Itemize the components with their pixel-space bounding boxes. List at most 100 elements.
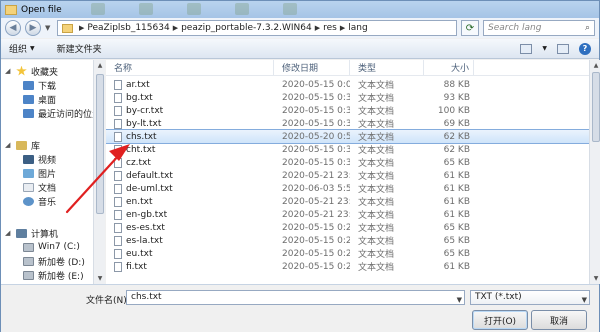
- collapse-icon[interactable]: ◢: [5, 141, 12, 149]
- sidebar-scrollbar[interactable]: ▲ ▼: [93, 60, 105, 284]
- back-button[interactable]: ◀: [5, 20, 21, 36]
- desktop-icon: [23, 94, 34, 104]
- table-row[interactable]: default.txt 2020-05-21 23:55 文本文档 61 KB: [106, 169, 589, 182]
- column-header-size[interactable]: 大小: [424, 60, 474, 75]
- table-row[interactable]: en.txt 2020-05-21 23:55 文本文档 61 KB: [106, 195, 589, 208]
- file-type: 文本文档: [358, 172, 395, 182]
- file-type: 文本文档: [358, 94, 395, 104]
- file-name: de-uml.txt: [126, 183, 173, 194]
- scroll-down-icon[interactable]: ▼: [590, 273, 600, 284]
- sidebar-item-documents[interactable]: 文档: [1, 180, 104, 194]
- collapse-icon[interactable]: ◢: [5, 229, 12, 237]
- address-bar[interactable]: ▶ PeaZiplsb_115634 ▶ peazip_portable-7.3…: [57, 20, 457, 36]
- scrollbar-thumb[interactable]: [592, 72, 600, 142]
- sidebar-item-videos[interactable]: 视频: [1, 152, 104, 166]
- chevron-down-icon[interactable]: ▼: [582, 294, 587, 307]
- scroll-up-icon[interactable]: ▲: [590, 60, 600, 71]
- file-name-cell: cz.txt: [106, 157, 274, 168]
- file-name: es-la.txt: [126, 235, 163, 246]
- scroll-down-icon[interactable]: ▼: [94, 273, 106, 284]
- file-size: 69 KB: [443, 118, 470, 129]
- sidebar-item-drive-c[interactable]: Win7 (C:): [1, 240, 104, 254]
- table-row-selected[interactable]: chs.txt 2020-05-20 0:50 文本文档 62 KB: [106, 129, 590, 144]
- cancel-button[interactable]: 取消: [531, 310, 587, 330]
- column-header-type[interactable]: 类型: [350, 60, 424, 75]
- file-type: 文本文档: [358, 133, 395, 143]
- title-bar: Open file: [1, 1, 599, 18]
- refresh-button[interactable]: ⟳: [461, 20, 479, 36]
- file-date: 2020-05-20 0:50: [282, 131, 350, 142]
- sidebar-item-desktop[interactable]: 桌面: [1, 92, 104, 106]
- file-type: 文本文档: [358, 146, 395, 156]
- file-list-scrollbar[interactable]: ▲ ▼: [589, 60, 600, 284]
- scrollbar-thumb[interactable]: [96, 74, 104, 214]
- open-button[interactable]: 打开(O): [472, 310, 528, 330]
- history-dropdown-icon[interactable]: ▼: [45, 24, 53, 32]
- sidebar-favorites[interactable]: ◢ 收藏夹: [1, 64, 104, 78]
- column-header-date[interactable]: 修改日期: [274, 60, 350, 75]
- search-icon: ⌕: [584, 23, 590, 33]
- file-type: 文本文档: [358, 159, 395, 169]
- sidebar-item-recent[interactable]: 最近访问的位置: [1, 106, 104, 120]
- file-size: 65 KB: [443, 248, 470, 259]
- table-row[interactable]: cht.txt 2020-05-15 0:30 文本文档 62 KB: [106, 143, 589, 156]
- forward-button[interactable]: ▶: [25, 20, 41, 36]
- chevron-right-icon[interactable]: ▶: [315, 24, 320, 32]
- table-row[interactable]: by-cr.txt 2020-05-15 0:30 文本文档 100 KB: [106, 104, 589, 117]
- recent-places-icon: [23, 108, 34, 118]
- file-date: 2020-05-15 0:29: [282, 261, 350, 272]
- sidebar-item-drive-e[interactable]: 新加卷 (E:): [1, 268, 104, 282]
- text-file-icon: [114, 144, 122, 155]
- text-file-icon: [114, 196, 122, 207]
- chevron-right-icon[interactable]: ▶: [340, 24, 345, 32]
- breadcrumb-item[interactable]: peazip_portable-7.3.2.WIN64: [181, 23, 312, 33]
- table-row[interactable]: en-gb.txt 2020-05-21 23:58 文本文档 61 KB: [106, 208, 589, 221]
- breadcrumb-item[interactable]: PeaZiplsb_115634: [87, 23, 169, 33]
- organize-button[interactable]: 组织 ▼: [9, 42, 35, 55]
- table-row[interactable]: es-la.txt 2020-05-15 0:29 文本文档 65 KB: [106, 234, 589, 247]
- filetype-select[interactable]: TXT (*.txt) ▼: [470, 290, 590, 305]
- filename-label: 文件名(N):: [86, 296, 130, 306]
- sidebar-libraries[interactable]: ◢ 库: [1, 138, 104, 152]
- background-icon: [139, 3, 153, 15]
- search-input[interactable]: Search lang ⌕: [483, 20, 595, 36]
- scroll-up-icon[interactable]: ▲: [94, 60, 106, 71]
- table-row[interactable]: ar.txt 2020-05-15 0:00 文本文档 88 KB: [106, 78, 589, 91]
- view-options-icon[interactable]: [520, 43, 533, 54]
- chevron-down-icon[interactable]: ▼: [457, 294, 462, 307]
- collapse-icon[interactable]: ◢: [5, 67, 12, 75]
- sidebar-item-downloads[interactable]: 下载: [1, 78, 104, 92]
- table-row[interactable]: by-lt.txt 2020-05-15 0:30 文本文档 69 KB: [106, 117, 589, 130]
- table-row[interactable]: de-uml.txt 2020-06-03 5:53 文本文档 61 KB: [106, 182, 589, 195]
- chevron-right-icon[interactable]: ▶: [79, 24, 84, 32]
- sidebar-computer[interactable]: ◢ 计算机: [1, 226, 104, 240]
- background-toolbar: [91, 3, 297, 15]
- favorites-group: ◢ 收藏夹 下载 桌面 最近访问的位置: [1, 60, 104, 120]
- table-row[interactable]: eu.txt 2020-05-15 0:29 文本文档 65 KB: [106, 247, 589, 260]
- sidebar-item-music[interactable]: 音乐: [1, 194, 104, 208]
- file-name-cell: en-gb.txt: [106, 209, 274, 220]
- table-row[interactable]: cz.txt 2020-05-15 0:30 文本文档 65 KB: [106, 156, 589, 169]
- chevron-right-icon[interactable]: ▶: [173, 24, 178, 32]
- help-icon[interactable]: ?: [579, 42, 591, 55]
- sidebar-item-label: 新加卷 (E:): [38, 271, 84, 282]
- new-folder-button[interactable]: 新建文件夹: [57, 42, 102, 55]
- preview-pane-icon[interactable]: [557, 43, 569, 54]
- table-row[interactable]: fi.txt 2020-05-15 0:29 文本文档 61 KB: [106, 260, 589, 273]
- sidebar-item-drive-d[interactable]: 新加卷 (D:): [1, 254, 104, 268]
- filename-input[interactable]: chs.txt ▼: [126, 290, 465, 305]
- text-file-icon: [114, 105, 122, 116]
- window-title: Open file: [21, 4, 62, 15]
- file-size: 62 KB: [443, 131, 470, 142]
- breadcrumb-item[interactable]: lang: [348, 23, 367, 33]
- breadcrumb-item[interactable]: res: [323, 23, 337, 33]
- file-size: 93 KB: [443, 92, 470, 103]
- table-row[interactable]: bg.txt 2020-05-15 0:30 文本文档 93 KB: [106, 91, 589, 104]
- file-name-cell: es-es.txt: [106, 222, 274, 233]
- file-date: 2020-05-15 0:30: [282, 92, 350, 103]
- chevron-down-icon[interactable]: ▼: [542, 45, 547, 52]
- file-date: 2020-05-21 23:55: [282, 196, 350, 207]
- column-header-name[interactable]: 名称: [106, 60, 274, 75]
- table-row[interactable]: es-es.txt 2020-05-15 0:29 文本文档 65 KB: [106, 221, 589, 234]
- sidebar-item-pictures[interactable]: 图片: [1, 166, 104, 180]
